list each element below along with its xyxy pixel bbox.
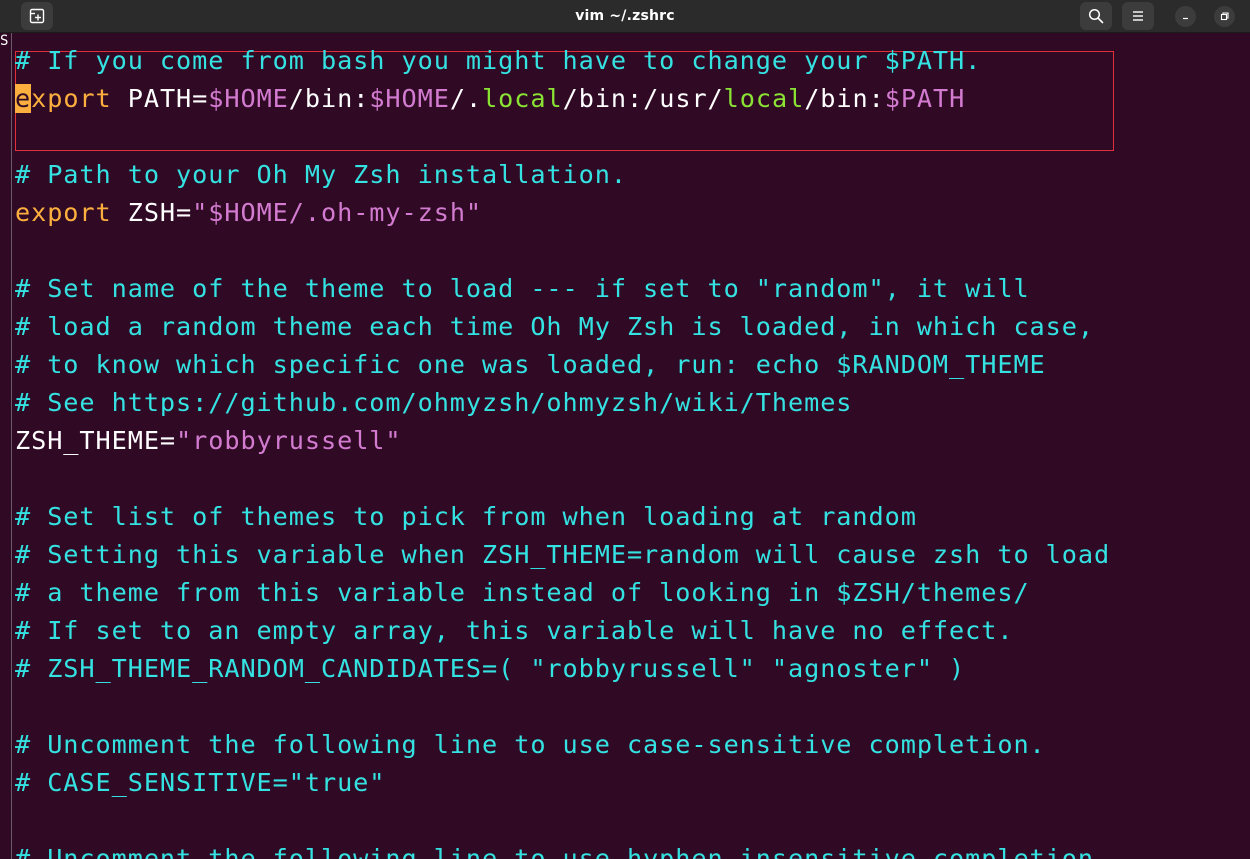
code-token: # to know which specific one was loaded,… <box>15 350 1046 379</box>
window-title: vim ~/.zshrc <box>575 8 675 24</box>
vim-editor-area[interactable]: S # If you come from bash you might have… <box>0 33 1250 859</box>
left-edge-divider <box>11 33 12 859</box>
code-token: /bin: <box>288 84 370 113</box>
code-token: # Set name of the theme to load --- if s… <box>15 274 1030 303</box>
code-token: $HOME <box>208 84 289 113</box>
editor-line[interactable]: # Setting this variable when ZSH_THEME=r… <box>15 536 1110 574</box>
minimize-icon <box>1183 17 1188 20</box>
editor-line[interactable]: export ZSH="$HOME/.oh-my-zsh" <box>15 194 482 232</box>
code-token: /.oh-my-zsh" <box>288 198 483 227</box>
code-token: # Path to your Oh My Zsh installation. <box>15 160 627 189</box>
code-token: /bin:/usr/ <box>562 84 724 113</box>
code-token: # load a random theme each time Oh My Zs… <box>15 312 1094 341</box>
editor-line[interactable]: ZSH_THEME="robbyrussell" <box>15 422 402 460</box>
code-token: # Uncomment the following line to use hy… <box>15 844 1111 859</box>
code-token: # If you come from bash you might have t… <box>15 46 982 75</box>
minimize-button[interactable] <box>1175 6 1196 27</box>
code-token: # Setting this variable when ZSH_THEME=r… <box>15 540 1111 569</box>
code-token: ZSH_THEME= <box>15 426 177 455</box>
code-token: xport <box>31 84 112 113</box>
code-token: local <box>482 84 563 113</box>
editor-line[interactable]: # Uncomment the following line to use hy… <box>15 840 1110 859</box>
code-token: ZSH= <box>111 198 193 227</box>
left-edge-glyph: S <box>0 33 9 49</box>
code-token: PATH= <box>111 84 209 113</box>
title-bar[interactable]: vim ~/.zshrc <box>0 0 1250 33</box>
editor-line[interactable]: # ZSH_THEME_RANDOM_CANDIDATES=( "robbyru… <box>15 650 965 688</box>
editor-line[interactable]: # Uncomment the following line to use ca… <box>15 726 1046 764</box>
code-token: /bin: <box>804 84 885 113</box>
editor-line[interactable]: # a theme from this variable instead of … <box>15 574 1030 612</box>
editor-line[interactable]: # Set list of themes to pick from when l… <box>15 498 917 536</box>
code-token: # ZSH_THEME_RANDOM_CANDIDATES=( "robbyru… <box>15 654 966 683</box>
code-token: # If set to an empty array, this variabl… <box>15 616 1014 645</box>
code-token: $HOME <box>369 84 450 113</box>
code-token: /. <box>449 84 483 113</box>
editor-line[interactable]: # See https://github.com/ohmyzsh/ohmyzsh… <box>15 384 852 422</box>
search-button[interactable] <box>1080 2 1112 30</box>
editor-line[interactable]: # Set name of the theme to load --- if s… <box>15 270 1030 308</box>
editor-line[interactable]: # CASE_SENSITIVE="true" <box>15 764 385 802</box>
search-icon <box>1088 8 1104 24</box>
restore-icon <box>1220 12 1229 21</box>
code-token: export <box>15 198 112 227</box>
terminal-window: vim ~/.zshrc S # If you come from bash y… <box>0 0 1250 859</box>
text-cursor: e <box>15 84 32 113</box>
code-token: "$HOME <box>192 198 289 227</box>
editor-line[interactable]: # load a random theme each time Oh My Zs… <box>15 308 1094 346</box>
code-token: # Uncomment the following line to use ca… <box>15 730 1046 759</box>
restore-button[interactable] <box>1214 6 1235 27</box>
code-token: "robbyrussell" <box>176 426 402 455</box>
editor-line[interactable]: # Path to your Oh My Zsh installation. <box>15 156 627 194</box>
code-token: # Set list of themes to pick from when l… <box>15 502 917 531</box>
editor-line[interactable]: # If set to an empty array, this variabl… <box>15 612 1013 650</box>
code-token: # a theme from this variable instead of … <box>15 578 1030 607</box>
code-token: local <box>723 84 805 113</box>
code-token: # See https://github.com/ohmyzsh/ohmyzsh… <box>15 388 853 417</box>
code-token: # CASE_SENSITIVE="true" <box>15 768 386 797</box>
editor-line[interactable]: export PATH=$HOME/bin:$HOME/.local/bin:/… <box>15 80 965 118</box>
hamburger-menu-icon <box>1133 11 1143 21</box>
code-token: $PATH <box>884 84 966 113</box>
menu-button[interactable] <box>1122 2 1154 30</box>
editor-line[interactable]: # If you come from bash you might have t… <box>15 42 981 80</box>
editor-line[interactable]: # to know which specific one was loaded,… <box>15 346 1046 384</box>
